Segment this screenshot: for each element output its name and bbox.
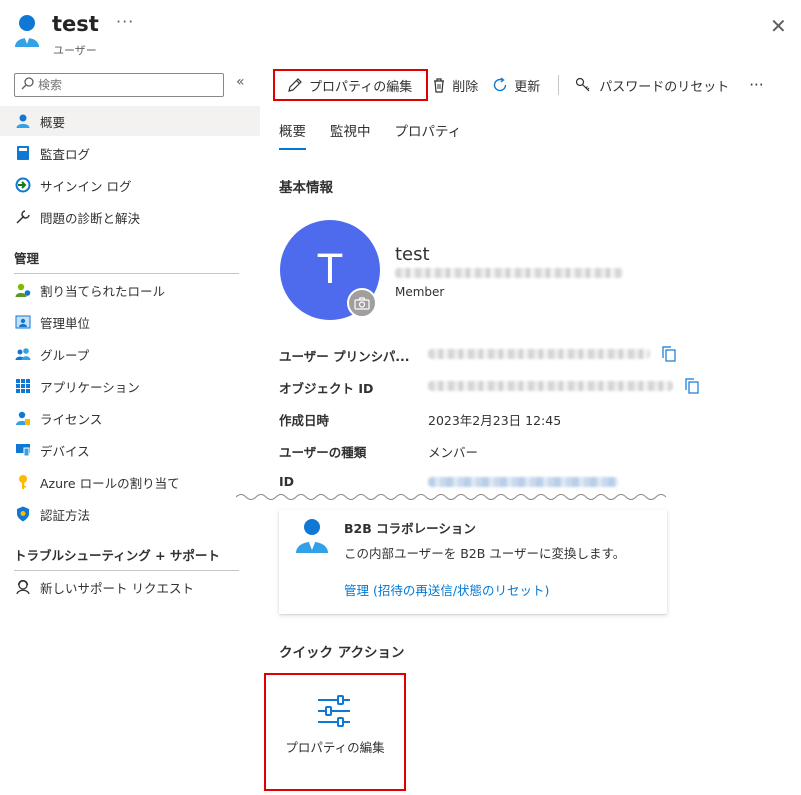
quick-actions-heading: クイック アクション — [279, 645, 405, 661]
search-box[interactable] — [14, 73, 224, 97]
redacted-identity — [428, 477, 618, 487]
sidebar-item-applications[interactable]: アプリケーション — [0, 371, 260, 401]
sidebar-item-label: 監査ログ — [40, 146, 91, 162]
sidebar-item-label: 管理単位 — [40, 315, 91, 331]
b2b-title: B2B コラボレーション — [344, 521, 476, 536]
toolbar-more-icon[interactable]: ··· — [749, 69, 763, 101]
user-icon — [295, 518, 329, 558]
close-icon[interactable]: ✕ — [770, 14, 787, 38]
key-icon — [14, 473, 32, 491]
user-icon — [14, 14, 40, 52]
prop-label-user-type: ユーザーの種類 — [279, 445, 367, 460]
reset-password-button[interactable]: パスワードのリセット — [575, 69, 729, 101]
torn-edge-divider — [236, 494, 667, 500]
redacted-upn — [428, 349, 650, 359]
key-search-icon — [575, 77, 593, 93]
sidebar-item-label: グループ — [40, 347, 90, 363]
b2b-description: この内部ユーザーを B2B ユーザーに変換します。 — [344, 546, 626, 561]
sidebar-item-auth-methods[interactable]: 認証方法 — [0, 499, 260, 529]
b2b-manage-link[interactable]: 管理 (招待の再送信/状態のリセット) — [344, 580, 549, 599]
sidebar-item-signin-logs[interactable]: サインイン ログ — [0, 170, 260, 200]
search-icon — [21, 76, 34, 94]
sidebar-item-diagnose[interactable]: 問題の診断と解決 — [0, 202, 260, 232]
tab-properties[interactable]: プロパティ — [395, 120, 462, 150]
copy-icon[interactable] — [685, 378, 699, 398]
redacted-object-id — [428, 381, 673, 391]
trash-icon — [432, 77, 446, 93]
refresh-icon — [492, 77, 508, 93]
sidebar-item-azure-role-assignments[interactable]: Azure ロールの割り当て — [0, 467, 260, 497]
prop-label-upn: ユーザー プリンシパ... — [279, 349, 410, 364]
role-user-icon — [14, 281, 32, 299]
sidebar-item-label: サインイン ログ — [40, 178, 132, 194]
section-header-support: トラブルシューティング + サポート — [14, 545, 239, 571]
copy-icon[interactable] — [662, 346, 676, 366]
prop-value-user-type: メンバー — [428, 445, 479, 460]
reset-password-label: パスワードのリセット — [599, 79, 730, 95]
blade-header: test ユーザー ··· ✕ — [0, 0, 801, 64]
quick-action-label: プロパティの編集 — [285, 740, 385, 755]
sidebar-item-label: デバイス — [40, 443, 90, 459]
edit-properties-label: プロパティの編集 — [309, 79, 413, 95]
sidebar-item-label: アプリケーション — [40, 379, 140, 395]
sidebar-item-audit-logs[interactable]: 監査ログ — [0, 138, 260, 168]
log-book-icon — [14, 144, 32, 162]
sidebar-item-devices[interactable]: デバイス — [0, 435, 260, 465]
sidebar-item-label: 問題の診断と解決 — [40, 210, 141, 226]
pencil-icon — [287, 77, 303, 93]
prop-label-created: 作成日時 — [279, 413, 330, 428]
page-subtitle: ユーザー — [53, 44, 97, 57]
basic-info-heading: 基本情報 — [279, 180, 333, 196]
camera-icon[interactable] — [347, 288, 377, 318]
prop-value-created: 2023年2月23日 12:45 — [428, 413, 562, 428]
section-header-manage: 管理 — [14, 248, 239, 274]
device-icon — [14, 441, 32, 459]
search-input[interactable] — [38, 78, 218, 92]
tab-monitoring[interactable]: 監視中 — [330, 120, 371, 150]
collapse-sidebar-icon[interactable]: « — [236, 74, 245, 90]
sliders-icon — [316, 695, 352, 731]
sidebar: « 概要 監査ログ サインイン ログ 問題の診断と解決 管理 割り当てられたロー… — [0, 66, 260, 795]
sidebar-item-licenses[interactable]: ライセンス — [0, 403, 260, 433]
shield-icon — [14, 505, 32, 523]
prop-label-object-id: オブジェクト ID — [279, 381, 374, 396]
toolbar-divider — [558, 75, 560, 95]
page-title: test — [52, 12, 99, 36]
delete-button[interactable]: 削除 — [432, 69, 478, 101]
sidebar-item-label: ライセンス — [40, 411, 103, 427]
sidebar-item-overview[interactable]: 概要 — [0, 106, 260, 136]
command-bar: プロパティの編集 削除 更新 パスワードのリセット ··· — [273, 69, 764, 101]
tab-bar: 概要 監視中 プロパティ — [279, 120, 485, 150]
tab-overview[interactable]: 概要 — [279, 120, 306, 150]
signin-icon — [14, 176, 32, 194]
b2b-collaboration-card: B2B コラボレーション この内部ユーザーを B2B ユーザーに変換します。 管… — [279, 510, 667, 614]
quick-action-edit-properties[interactable]: プロパティの編集 — [264, 673, 406, 791]
support-person-icon — [14, 578, 32, 596]
wrench-icon — [14, 208, 32, 226]
delete-label: 削除 — [452, 79, 479, 95]
user-type-label: Member — [395, 285, 445, 299]
refresh-button[interactable]: 更新 — [492, 69, 540, 101]
app-grid-icon — [14, 377, 32, 395]
sidebar-item-label: 新しいサポート リクエスト — [40, 580, 194, 596]
user-display-name: test — [395, 244, 430, 265]
sidebar-item-groups[interactable]: グループ — [0, 339, 260, 369]
sidebar-item-label: 割り当てられたロール — [40, 283, 166, 299]
prop-label-identity: ID — [279, 474, 295, 489]
license-icon — [14, 409, 32, 427]
group-icon — [14, 345, 32, 363]
sidebar-item-new-support-request[interactable]: 新しいサポート リクエスト — [0, 572, 260, 602]
sidebar-item-label: 概要 — [40, 114, 66, 130]
more-options-icon[interactable]: ··· — [116, 12, 134, 31]
sidebar-item-admin-units[interactable]: 管理単位 — [0, 307, 260, 337]
sidebar-item-assigned-roles[interactable]: 割り当てられたロール — [0, 275, 260, 305]
sidebar-item-label: Azure ロールの割り当て — [40, 475, 180, 491]
edit-properties-button[interactable]: プロパティの編集 — [273, 69, 429, 101]
redacted-email — [395, 268, 623, 278]
user-icon — [14, 112, 32, 130]
admin-unit-icon — [14, 313, 32, 331]
sidebar-item-label: 認証方法 — [40, 507, 91, 523]
refresh-label: 更新 — [514, 79, 541, 95]
